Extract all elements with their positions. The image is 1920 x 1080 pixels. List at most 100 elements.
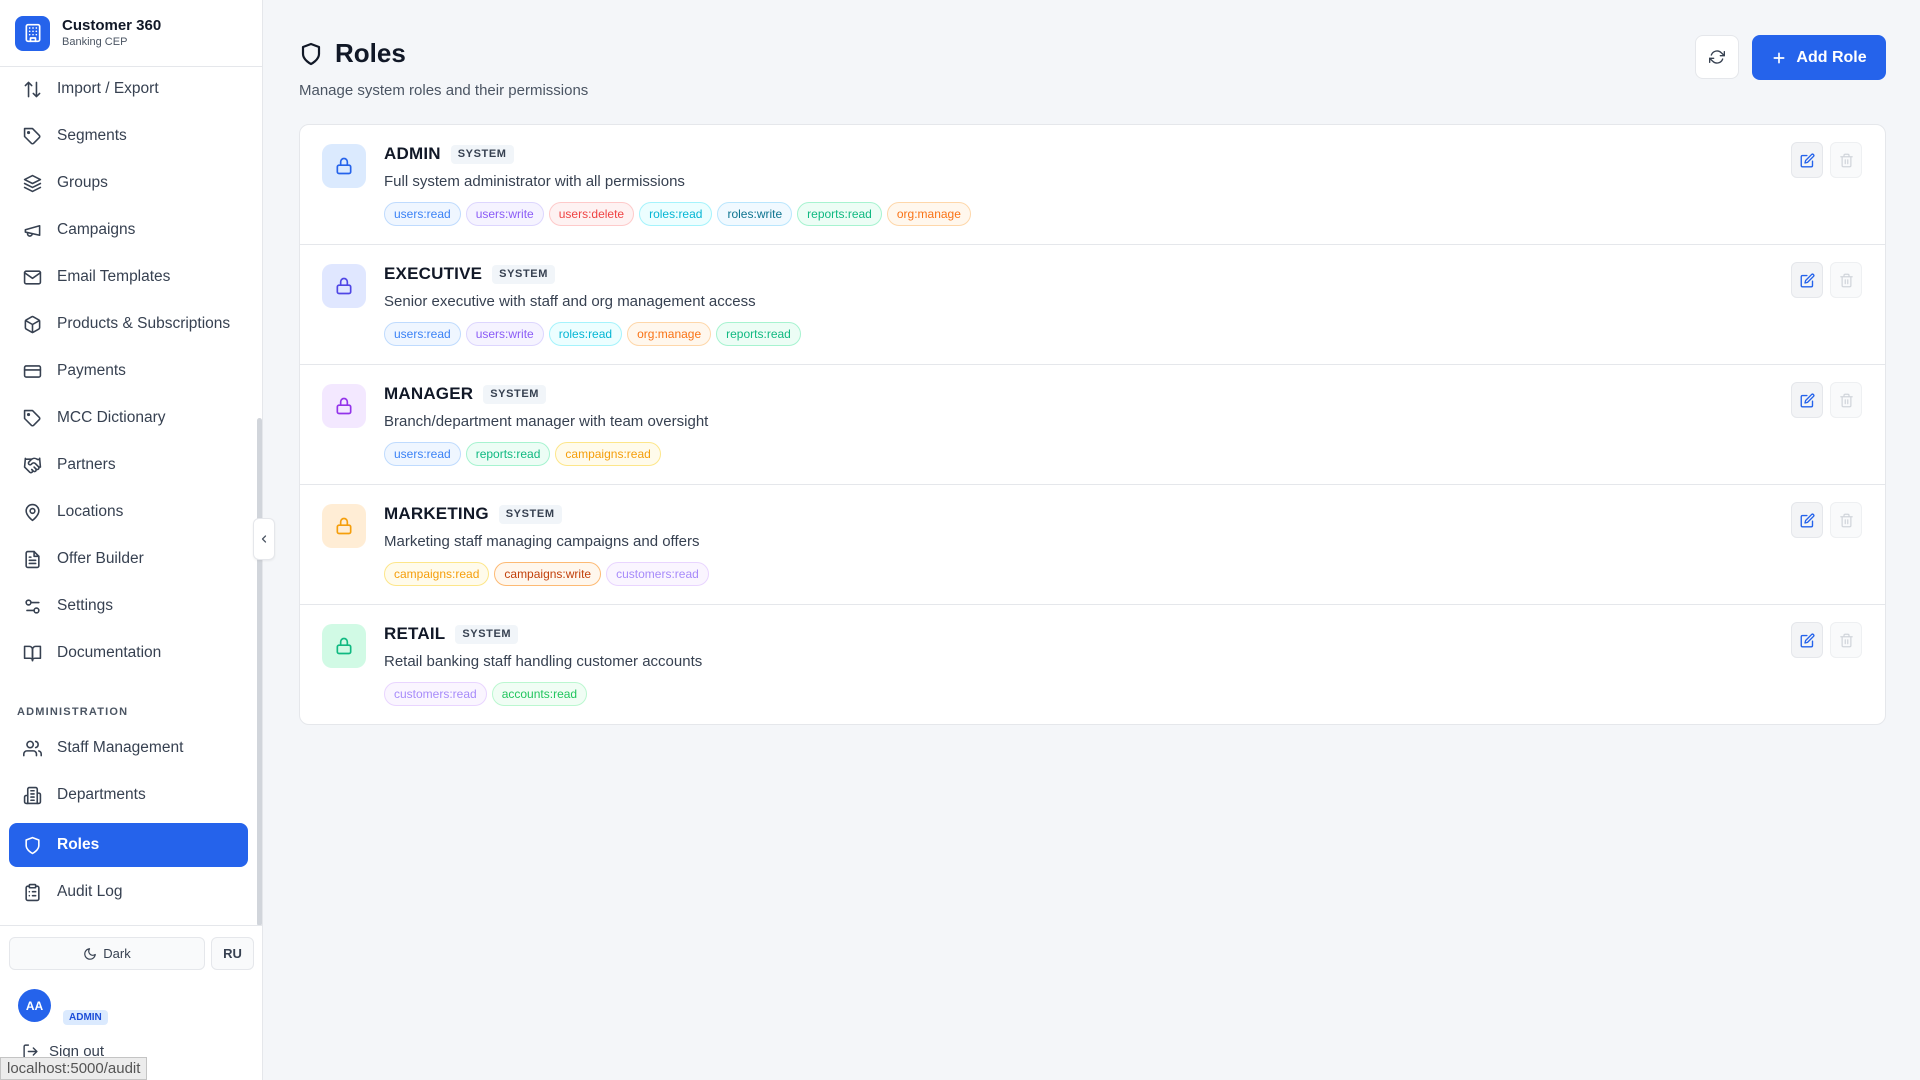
roles-list: ADMIN SYSTEM Full system administrator w…	[299, 124, 1886, 725]
role-description: Senior executive with staff and org mana…	[384, 293, 756, 310]
trash-icon	[1839, 513, 1853, 527]
building-icon	[23, 786, 42, 804]
delete-role-button[interactable]	[1830, 622, 1862, 658]
edit-role-button[interactable]	[1791, 142, 1823, 178]
sidebar-item-label: Segments	[57, 127, 127, 144]
edit-role-button[interactable]	[1791, 622, 1823, 658]
megaphone-icon	[24, 224, 41, 237]
permission-tag: reports:read	[797, 202, 882, 226]
sidebar-collapse-button[interactable]	[253, 518, 275, 560]
sidebar-item-audit-log[interactable]: Audit Log	[9, 870, 248, 914]
status-bar-url: localhost:5000/audit	[0, 1057, 148, 1080]
system-badge: SYSTEM	[498, 504, 562, 524]
sidebar-item-segments[interactable]: Segments	[9, 114, 248, 158]
sidebar-item-documentation[interactable]: Documentation	[9, 631, 248, 675]
sidebar-item-campaigns[interactable]: Campaigns	[9, 208, 248, 252]
permission-list: users:read reports:read campaigns:read	[384, 442, 666, 466]
role-description: Branch/department manager with team over…	[384, 413, 709, 430]
user-role-badge: ADMIN	[63, 1010, 108, 1025]
role-name: ADMIN	[384, 144, 441, 163]
layers-icon	[23, 174, 42, 192]
shield-icon	[25, 836, 40, 854]
permission-tag: customers:read	[384, 682, 487, 706]
sidebar-item-mcc-dictionary[interactable]: MCC Dictionary	[9, 396, 248, 440]
permission-tag: customers:read	[606, 562, 709, 586]
permission-tag: users:read	[384, 442, 461, 466]
trash-icon	[1839, 633, 1853, 647]
page-subtitle: Manage system roles and their permission…	[299, 82, 589, 99]
permission-tag: users:delete	[548, 202, 635, 226]
sidebar-item-import-export[interactable]: Import / Export	[9, 67, 248, 111]
building-logo-icon	[15, 15, 50, 51]
delete-role-button[interactable]	[1830, 142, 1862, 178]
permission-list: campaigns:read campaigns:write customers:r…	[384, 562, 714, 586]
theme-toggle-label: Dark	[103, 946, 131, 961]
refresh-button[interactable]	[1695, 35, 1739, 79]
permission-tag: reports:read	[716, 322, 801, 346]
delete-role-button[interactable]	[1830, 262, 1862, 298]
role-lock-icon	[322, 504, 366, 548]
role-lock-icon	[322, 264, 366, 308]
permission-list: users:read users:write roles:read org:manag…	[384, 322, 806, 346]
sidebar-item-offer-builder[interactable]: Offer Builder	[9, 537, 248, 581]
sidebar-item-groups[interactable]: Groups	[9, 161, 248, 205]
sidebar-item-label: Payments	[57, 362, 126, 379]
sidebar-item-label: Departments	[57, 786, 146, 803]
sidebar-item-payments[interactable]: Payments	[9, 349, 248, 393]
role-description: Full system administrator with all permi…	[384, 173, 685, 190]
sidebar-item-departments[interactable]: Departments	[9, 773, 248, 817]
language-button[interactable]: RU	[211, 937, 254, 970]
edit-icon	[1800, 153, 1814, 167]
sidebar-scrollbar[interactable]	[257, 418, 262, 926]
sidebar-item-label: Import / Export	[57, 80, 159, 97]
sidebar-item-partners[interactable]: Partners	[9, 443, 248, 487]
role-row: MANAGER SYSTEM Branch/department manager…	[300, 365, 1885, 485]
book-icon	[23, 645, 42, 661]
role-lock-icon	[322, 144, 366, 188]
edit-role-button[interactable]	[1791, 502, 1823, 538]
sidebar-item-label: Settings	[57, 597, 114, 614]
sidebar-item-label: Products & Subscriptions	[57, 315, 231, 332]
chevron-left-icon	[261, 535, 267, 543]
avatar[interactable]: AA	[18, 989, 51, 1022]
delete-role-button[interactable]	[1830, 502, 1862, 538]
permission-tag: roles:read	[548, 322, 623, 346]
lock-icon	[336, 517, 352, 535]
sidebar-item-label: Offer Builder	[57, 550, 144, 567]
permission-tag: users:write	[465, 202, 544, 226]
role-row: MARKETING SYSTEM Marketing staff managin…	[300, 485, 1885, 605]
moon-icon	[84, 947, 97, 960]
edit-role-button[interactable]	[1791, 382, 1823, 418]
page-header: Roles Manage system roles and their perm…	[299, 38, 588, 99]
sidebar-item-locations[interactable]: Locations	[9, 490, 248, 534]
sidebar-item-staff-management[interactable]: Staff Management	[9, 726, 248, 770]
app-title: Customer 360	[62, 17, 162, 34]
permission-tag: users:read	[384, 202, 461, 226]
system-badge: SYSTEM	[492, 264, 555, 284]
role-description: Marketing staff managing campaigns and o…	[384, 533, 700, 550]
system-badge: SYSTEM	[483, 384, 547, 404]
delete-role-button[interactable]	[1830, 382, 1862, 418]
sidebar: Customer 360 Banking CEP Import / Export…	[0, 0, 263, 1080]
permission-tag: roles:read	[639, 202, 713, 226]
sliders-icon	[25, 598, 40, 614]
sidebar-item-roles[interactable]: Roles	[9, 823, 248, 867]
add-role-button[interactable]: Add Role	[1752, 35, 1886, 80]
mail-icon	[23, 269, 42, 285]
sidebar-item-products-subscriptions[interactable]: Products & Subscriptions	[9, 302, 248, 346]
edit-role-button[interactable]	[1791, 262, 1823, 298]
edit-icon	[1800, 633, 1814, 647]
sidebar-item-label: Documentation	[57, 644, 162, 661]
sidebar-item-settings[interactable]: Settings	[9, 584, 248, 628]
sidebar-item-label: Groups	[57, 174, 108, 191]
theme-toggle-button[interactable]: Dark	[9, 937, 205, 970]
permission-tag: campaigns:read	[384, 562, 490, 586]
role-description: Retail banking staff handling customer a…	[384, 653, 703, 670]
permission-list: users:read users:write users:delete roles:r…	[384, 202, 976, 226]
brand-header[interactable]: Customer 360 Banking CEP	[0, 0, 262, 67]
permission-list: customers:read accounts:read	[384, 682, 592, 706]
permission-tag: org:manage	[627, 322, 712, 346]
role-name: RETAIL	[384, 624, 446, 643]
sidebar-item-label: Partners	[57, 456, 116, 473]
sidebar-item-email-templates[interactable]: Email Templates	[9, 255, 248, 299]
